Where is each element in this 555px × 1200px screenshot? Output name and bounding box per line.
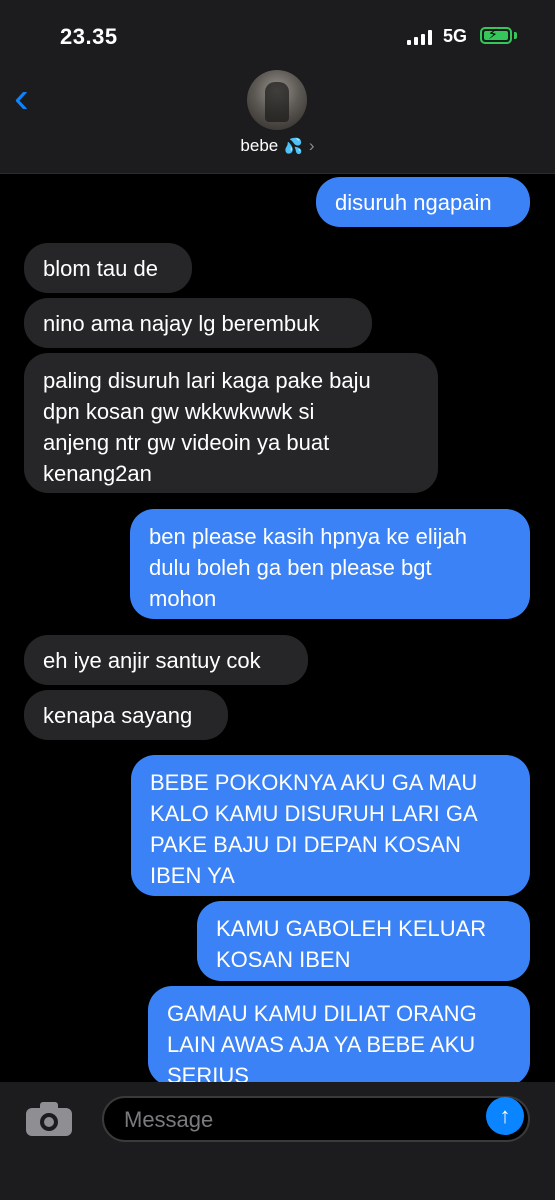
message-field[interactable]	[102, 1096, 530, 1142]
message-line: anjeng ntr gw videoin ya buat	[43, 430, 330, 455]
message-line: IBEN YA	[150, 863, 235, 888]
network-label: 5G	[443, 26, 468, 46]
message-line: KALO KAMU DISURUH LARI GA	[150, 801, 478, 826]
conversation-header: ‹ bebe 💦 ›	[0, 70, 555, 174]
message-bubble-outgoing[interactable]: ben please kasih hpnya ke elijah dulu bo…	[130, 509, 530, 619]
arrow-up-icon[interactable]: ↑	[486, 1097, 524, 1135]
message-text: kenapa sayang	[43, 702, 193, 728]
avatar-figure	[265, 82, 289, 122]
message-input[interactable]	[122, 1098, 466, 1142]
message-bubble-outgoing[interactable]: KAMU GABOLEH KELUAR KOSAN IBEN	[197, 901, 530, 981]
message-line: KAMU GABOLEH KELUAR	[216, 916, 487, 941]
message-bubble-incoming[interactable]: nino ama najay lg berembuk	[24, 298, 372, 348]
chevron-right-icon: ›	[308, 136, 315, 155]
message-bubble-outgoing[interactable]: BEBE POKOKNYA AKU GA MAU KALO KAMU DISUR…	[131, 755, 530, 896]
message-text: nino ama najay lg berembuk	[43, 310, 320, 336]
compose-bar: ↑	[0, 1082, 555, 1200]
message-bubble-incoming[interactable]: paling disuruh lari kaga pake baju dpn k…	[24, 353, 438, 493]
message-bubble-incoming[interactable]: kenapa sayang	[24, 690, 228, 740]
signal-icon	[407, 30, 432, 45]
contact-name-row[interactable]: bebe 💦 ›	[0, 136, 555, 156]
message-text: eh iye anjir santuy cok	[43, 647, 261, 673]
back-chevron-icon[interactable]: ‹	[14, 76, 29, 120]
message-bubble-incoming[interactable]: eh iye anjir santuy cok	[24, 635, 308, 685]
message-line: KOSAN IBEN	[216, 947, 351, 972]
contact-emoji: 💦	[284, 138, 303, 155]
message-bubble-outgoing[interactable]: disuruh ngapain	[316, 177, 530, 227]
message-line: dulu boleh ga ben please bgt	[149, 555, 432, 580]
status-time: 23.35	[60, 24, 118, 49]
message-line: dpn kosan gw wkkwkwwk si	[43, 399, 315, 424]
message-line: PAKE BAJU DI DEPAN KOSAN	[150, 832, 461, 857]
contact-name: bebe	[240, 136, 279, 155]
message-line: LAIN AWAS AJA YA BEBE AKU	[167, 1032, 476, 1057]
camera-icon[interactable]	[26, 1102, 72, 1136]
message-line: BEBE POKOKNYA AKU GA MAU	[150, 770, 478, 795]
message-text: blom tau de	[43, 255, 158, 281]
charging-bolt-icon: ⚡	[488, 26, 498, 42]
message-text: disuruh ngapain	[335, 189, 492, 215]
message-bubble-incoming[interactable]: blom tau de	[24, 243, 192, 293]
message-line: kenang2an	[43, 461, 152, 486]
battery-nub	[514, 32, 517, 39]
status-bar: 23.35 5G ⚡	[0, 0, 555, 70]
message-bubble-outgoing[interactable]: GAMAU KAMU DILIAT ORANG LAIN AWAS AJA YA…	[148, 986, 530, 1088]
message-line: ben please kasih hpnya ke elijah	[149, 524, 468, 549]
message-line: paling disuruh lari kaga pake baju	[43, 368, 371, 393]
message-line: GAMAU KAMU DILIAT ORANG	[167, 1001, 477, 1026]
message-line: mohon	[149, 586, 217, 611]
